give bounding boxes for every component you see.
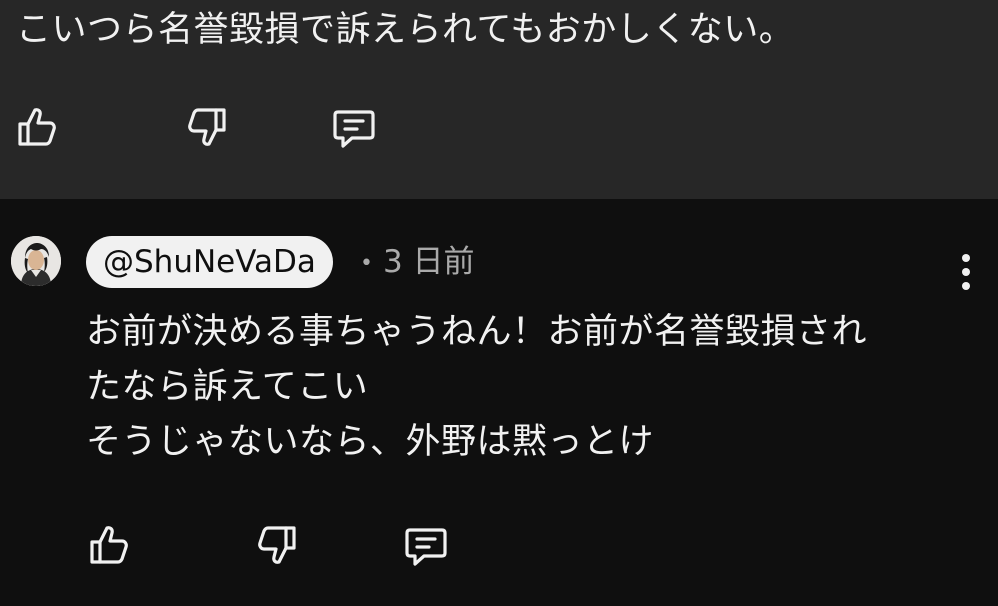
reply-text: お前が決める事ちゃうねん！お前が名誉毀損され たなら訴えてこい そうじゃないなら… bbox=[86, 305, 966, 470]
reply-line: お前が決める事ちゃうねん！お前が名誉毀損され bbox=[86, 312, 868, 352]
comment-icon[interactable] bbox=[400, 520, 452, 572]
comments-page: こいつら名誉毀損で訴えられてもおかしくない。 @ShuNeVaDa • 3 日前… bbox=[0, 0, 998, 606]
more-vertical-icon[interactable] bbox=[944, 248, 988, 296]
avatar[interactable] bbox=[11, 236, 61, 286]
meta-separator: • bbox=[360, 250, 373, 276]
top-comment: こいつら名誉毀損で訴えられてもおかしくない。 bbox=[0, 0, 998, 199]
thumbs-down-icon[interactable] bbox=[180, 102, 232, 154]
reply-line: たなら訴えてこい bbox=[86, 367, 369, 407]
thumbs-down-icon[interactable] bbox=[250, 520, 302, 572]
comment-icon[interactable] bbox=[328, 102, 380, 154]
comment-text: こいつら名誉毀損で訴えられてもおかしくない。 bbox=[16, 10, 795, 50]
timestamp: 3 日前 bbox=[382, 244, 475, 280]
thumbs-up-icon[interactable] bbox=[84, 518, 136, 570]
thumbs-up-icon[interactable] bbox=[12, 100, 64, 152]
comment-meta: • 3 日前 bbox=[360, 241, 475, 285]
reply-line: そうじゃないなら、外野は黙っとけ bbox=[86, 422, 655, 462]
author-handle[interactable]: @ShuNeVaDa bbox=[86, 236, 333, 288]
